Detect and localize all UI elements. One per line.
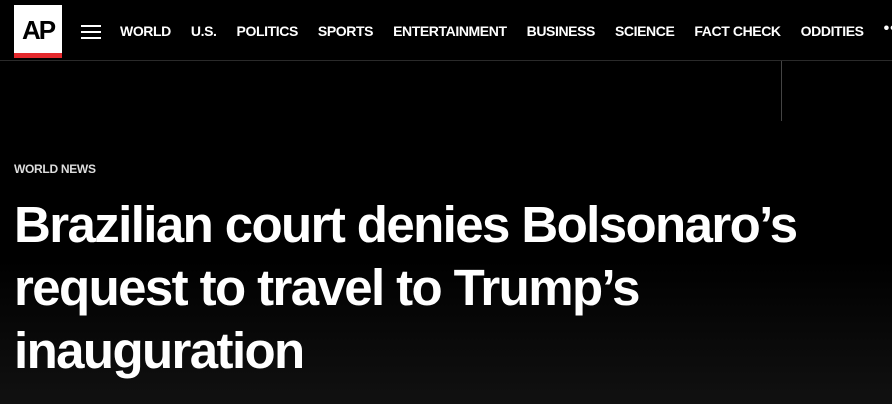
article-headline: Brazilian court denies Bolsonaro’s reque… [14, 196, 798, 379]
nav-entertainment[interactable]: ENTERTAINMENT [393, 23, 507, 39]
nav-world[interactable]: WORLD [120, 23, 171, 39]
main-nav: WORLD U.S. POLITICS SPORTS ENTERTAINMENT… [120, 0, 892, 61]
nav-politics[interactable]: POLITICS [237, 23, 299, 39]
divider [781, 61, 782, 121]
nav-fact-check[interactable]: FACT CHECK [694, 23, 781, 39]
nav-oddities[interactable]: ODDITIES [801, 23, 864, 39]
logo-text: AP [21, 15, 56, 45]
nav-us[interactable]: U.S. [191, 23, 217, 39]
hamburger-menu-icon[interactable] [81, 25, 101, 39]
section-kicker[interactable]: WORLD NEWS [14, 162, 96, 176]
site-header: AP WORLD U.S. POLITICS SPORTS ENTERTAINM… [0, 0, 892, 61]
ap-logo[interactable]: AP [14, 5, 62, 58]
nav-sports[interactable]: SPORTS [318, 23, 374, 39]
more-dots-icon[interactable]: ••• [884, 20, 892, 38]
nav-science[interactable]: SCIENCE [615, 23, 675, 39]
nav-business[interactable]: BUSINESS [527, 23, 596, 39]
page: AP WORLD U.S. POLITICS SPORTS ENTERTAINM… [0, 0, 892, 404]
